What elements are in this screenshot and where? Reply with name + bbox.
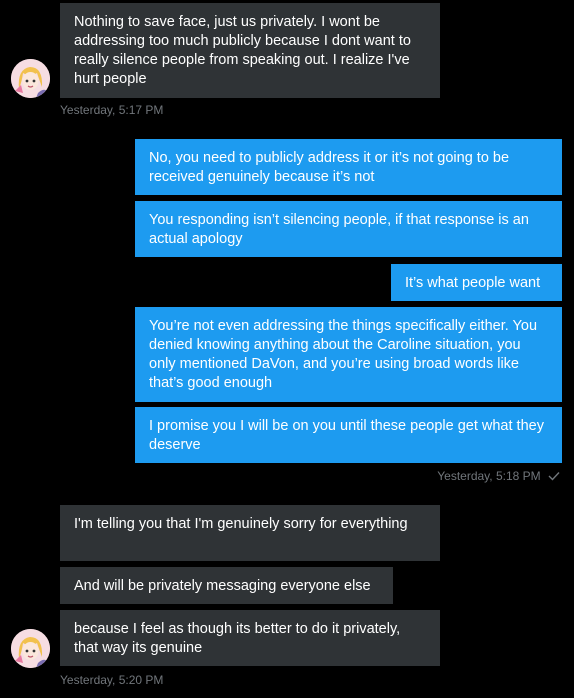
incoming-message[interactable]: Nothing to save face, just us privately.…: [60, 3, 440, 98]
avatar-illustration-icon: [11, 629, 50, 668]
incoming-message[interactable]: because I feel as though its better to d…: [60, 610, 440, 666]
incoming-message[interactable]: I'm telling you that I'm genuinely sorry…: [60, 505, 440, 561]
message-timestamp: Yesterday, 5:20 PM: [60, 673, 164, 687]
dm-conversation: Nothing to save face, just us privately.…: [0, 0, 574, 698]
user-avatar[interactable]: [11, 59, 50, 98]
outgoing-message[interactable]: I promise you I will be on you until the…: [135, 407, 562, 463]
message-timestamp-row: Yesterday, 5:18 PM: [437, 469, 560, 483]
outgoing-message[interactable]: You’re not even addressing the things sp…: [135, 307, 562, 402]
incoming-message[interactable]: And will be privately messaging everyone…: [60, 567, 393, 604]
outgoing-message[interactable]: No, you need to publicly address it or i…: [135, 139, 562, 195]
outgoing-message[interactable]: It’s what people want: [391, 264, 562, 301]
message-timestamp: Yesterday, 5:17 PM: [60, 103, 164, 117]
checkmark-icon: [548, 472, 560, 481]
user-avatar[interactable]: [11, 629, 50, 668]
message-timestamp: Yesterday, 5:18 PM: [437, 469, 541, 483]
outgoing-message[interactable]: You responding isn’t silencing people, i…: [135, 201, 562, 257]
avatar-illustration-icon: [11, 59, 50, 98]
